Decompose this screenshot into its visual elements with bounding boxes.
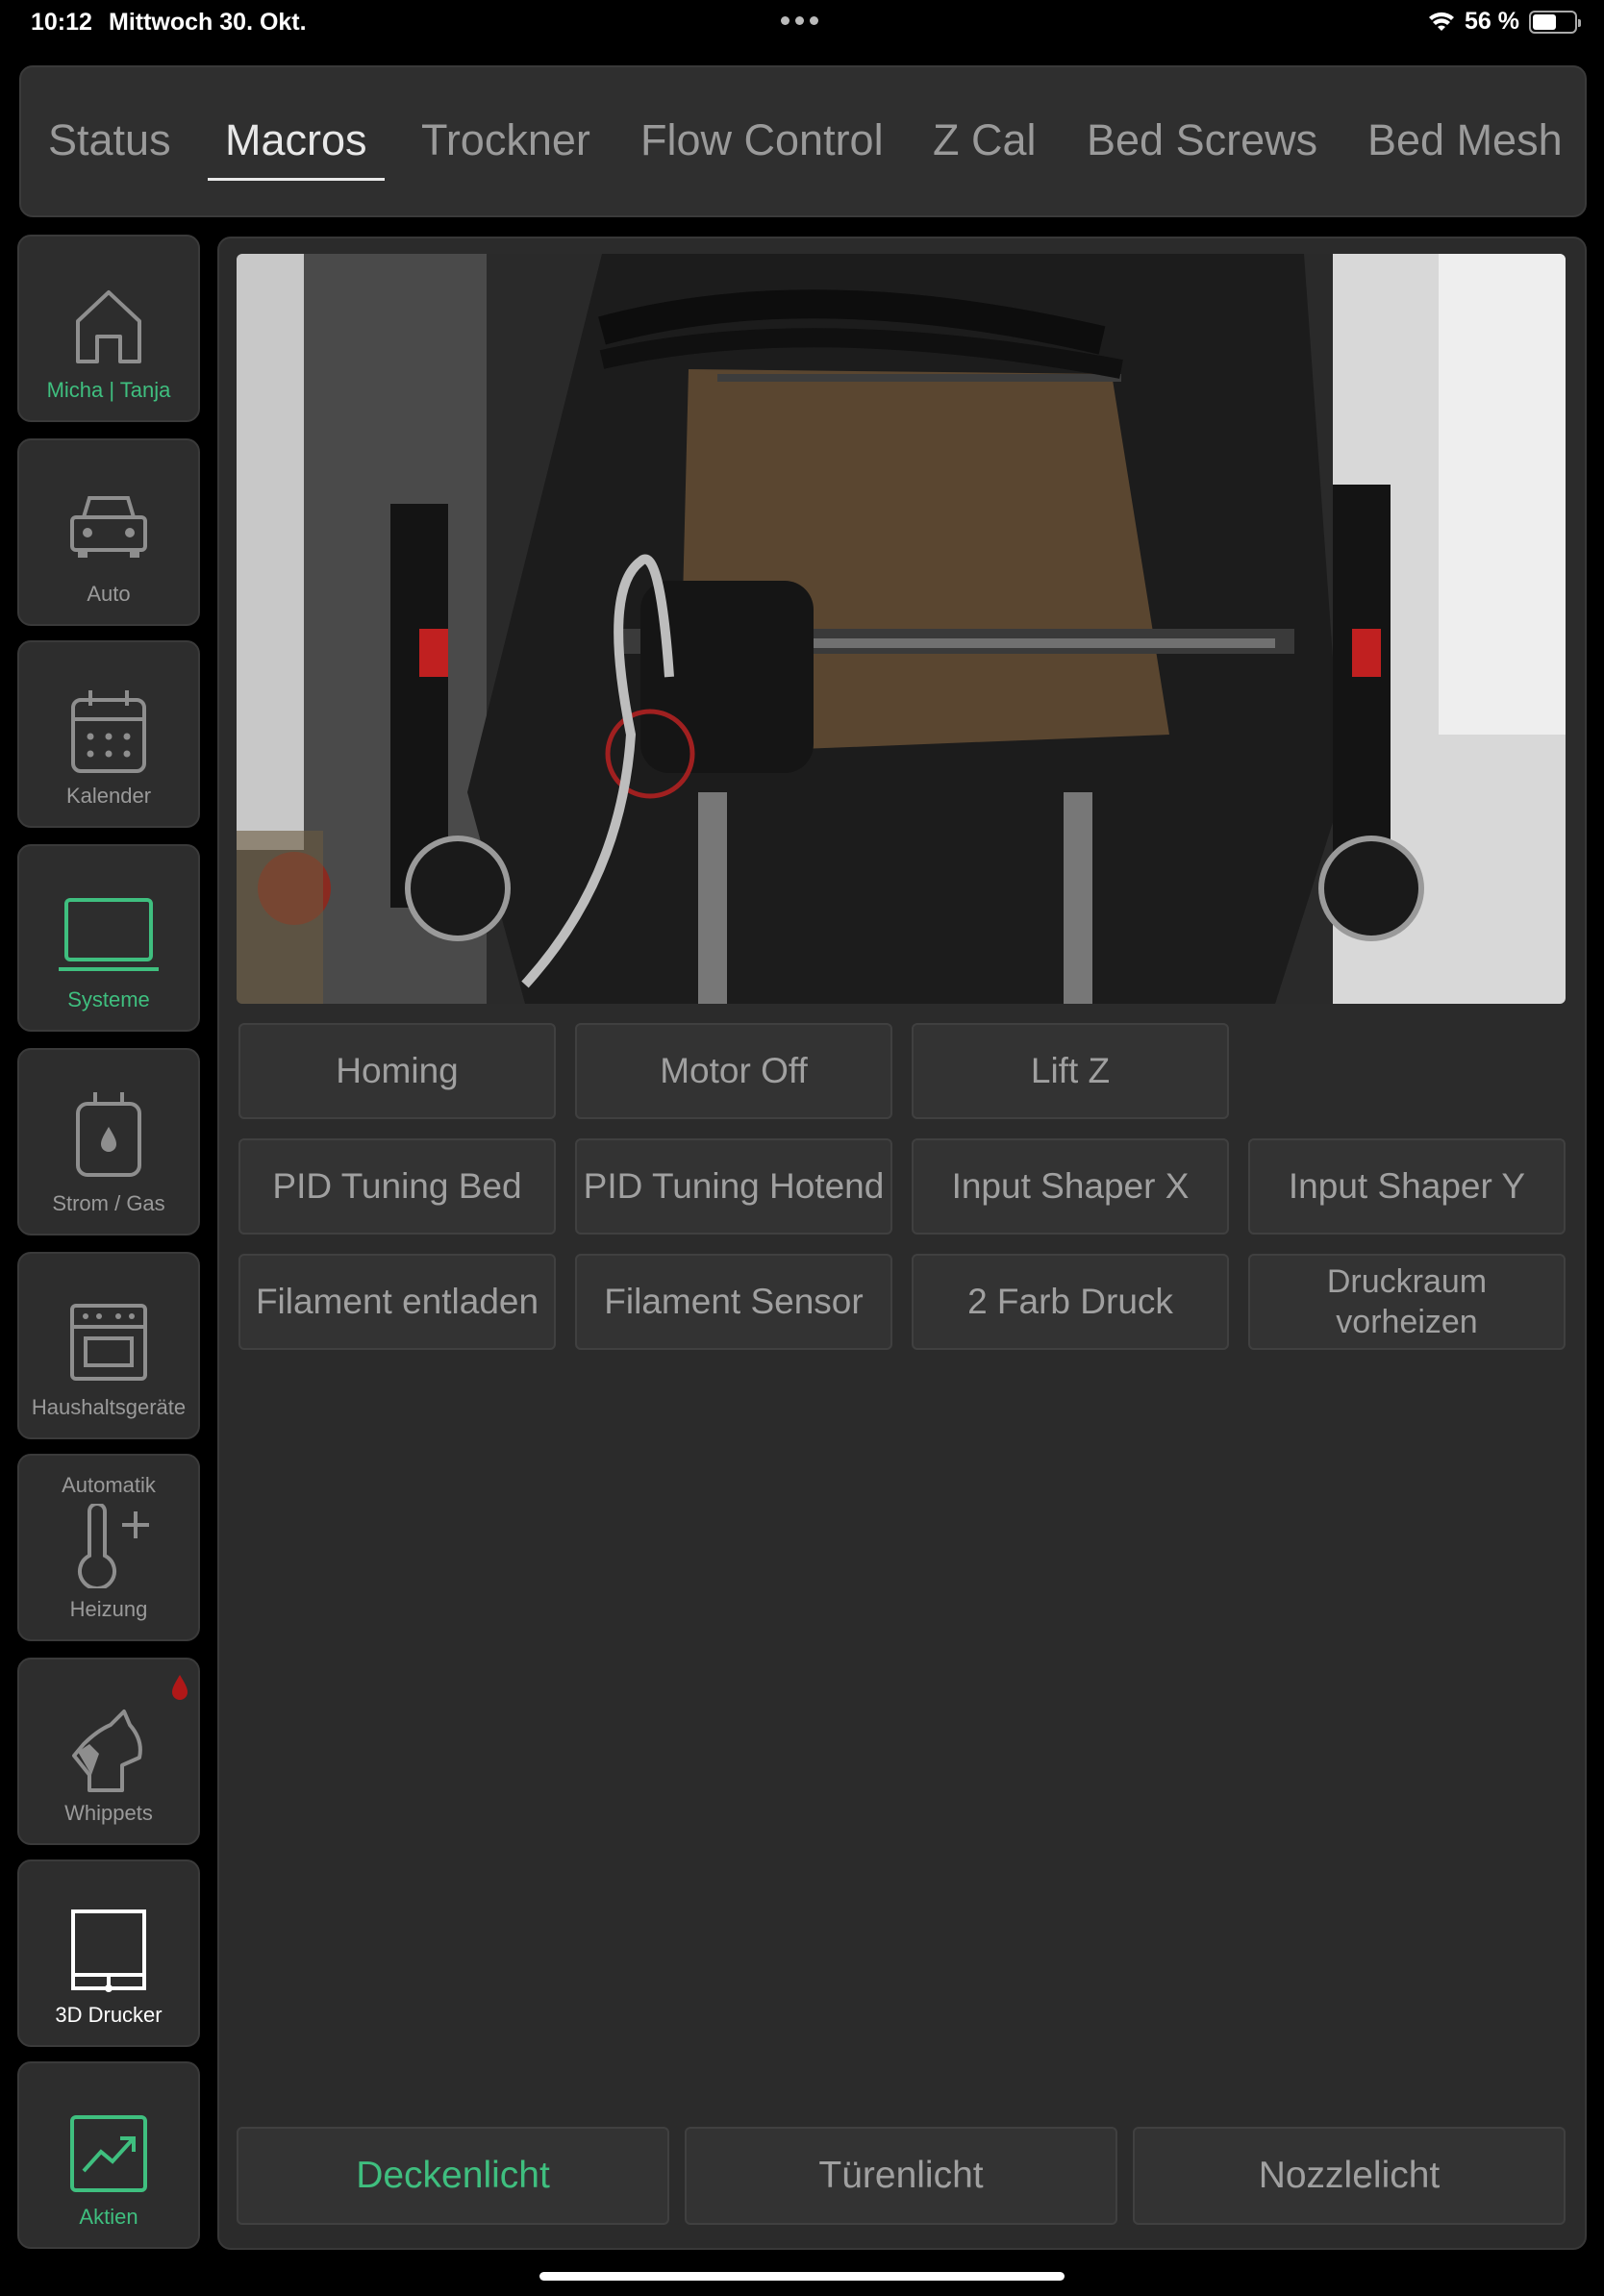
sidebar-item-strom-gas[interactable]: Strom / Gas [17, 1048, 200, 1235]
dog-icon [72, 1710, 142, 1792]
meter-icon [76, 1092, 141, 1177]
tab-macros[interactable]: Macros [208, 115, 385, 181]
sidebar-item-label: 3D Drucker [55, 2003, 163, 2027]
macro-2-farb-druck-button[interactable]: 2 Farb Druck [912, 1254, 1229, 1350]
sidebar-item-kalender[interactable]: Kalender [17, 640, 200, 828]
home-indicator[interactable] [539, 2272, 1065, 2281]
tab-bar: Status Macros Trockner Flow Control Z Ca… [19, 65, 1587, 217]
macro-homing-button[interactable]: Homing [238, 1023, 556, 1119]
sidebar-item-label: Whippets [64, 1801, 153, 1825]
tab-z-cal[interactable]: Z Cal [933, 115, 1037, 165]
multitasking-dots-icon[interactable] [781, 16, 818, 25]
wifi-icon [1429, 12, 1455, 31]
home-icon [76, 290, 141, 363]
nozzlelicht-button[interactable]: Nozzlelicht [1133, 2127, 1566, 2225]
macro-pid-tuning-bed-button[interactable]: PID Tuning Bed [238, 1138, 556, 1235]
sidebar-item-aktien[interactable]: Aktien [17, 2061, 200, 2249]
laptop-icon [59, 898, 159, 971]
sidebar-item-whippets[interactable]: Whippets [17, 1658, 200, 1845]
sidebar-item-heizung[interactable]: Automatik Heizung [17, 1454, 200, 1641]
macro-druckraum-vorheizen-button[interactable]: Druckraum vorheizen [1248, 1254, 1566, 1350]
macro-input-shaper-x-button[interactable]: Input Shaper X [912, 1138, 1229, 1235]
tab-flow-control[interactable]: Flow Control [640, 115, 884, 165]
printer-icon [71, 1909, 146, 1992]
tab-status[interactable]: Status [48, 115, 171, 165]
sidebar-item-label: Kalender [65, 784, 152, 808]
macro-filament-sensor-button[interactable]: Filament Sensor [575, 1254, 892, 1350]
deckenlicht-button[interactable]: Deckenlicht [237, 2127, 669, 2225]
macro-filament-entladen-button[interactable]: Filament entladen [238, 1254, 556, 1350]
sidebar-item-label: Strom / Gas [52, 1191, 165, 1215]
calendar-icon [71, 690, 146, 773]
tab-bed-screws[interactable]: Bed Screws [1087, 115, 1317, 165]
sidebar-item-label: Micha | Tanja [46, 378, 171, 402]
battery-percent: 56 % [1465, 8, 1519, 35]
clock: 10:12 [31, 9, 92, 36]
chart-up-icon [70, 2115, 147, 2192]
sidebar-item-toplabel: Automatik [62, 1473, 156, 1497]
macro-pid-tuning-hotend-button[interactable]: PID Tuning Hotend [575, 1138, 892, 1235]
appliance-icon [70, 1304, 147, 1381]
sidebar-item-label: Auto [87, 582, 131, 606]
printer-camera-image [237, 254, 1566, 1004]
sidebar-item-label: Aktien [79, 2205, 138, 2229]
sidebar-item-3d-drucker[interactable]: 3D Drucker [17, 1859, 200, 2047]
macro-motor-off-button[interactable]: Motor Off [575, 1023, 892, 1119]
tab-bed-mesh[interactable]: Bed Mesh [1367, 115, 1563, 165]
sidebar-item-auto[interactable]: Auto [17, 438, 200, 626]
thermometer-plus-icon [78, 1504, 149, 1588]
date: Mittwoch 30. Okt. [109, 9, 307, 36]
car-icon [70, 496, 147, 558]
macro-lift-z-button[interactable]: Lift Z [912, 1023, 1229, 1119]
sidebar-item-systeme[interactable]: Systeme [17, 844, 200, 1032]
notification-drop-icon [172, 1675, 188, 1700]
battery-icon [1529, 10, 1581, 34]
tab-trockner[interactable]: Trockner [421, 115, 590, 165]
sidebar-item-label: Haushaltsgeräte [31, 1395, 187, 1419]
status-bar: 10:12 Mittwoch 30. Okt. 56 % [0, 0, 1604, 44]
camera-stream[interactable] [237, 254, 1566, 1004]
sidebar-item-label: Systeme [67, 987, 150, 1011]
tuerenlicht-button[interactable]: Türenlicht [685, 2127, 1117, 2225]
sidebar-item-home[interactable]: Micha | Tanja [17, 235, 200, 422]
sidebar-item-label: Heizung [69, 1597, 148, 1621]
macro-input-shaper-y-button[interactable]: Input Shaper Y [1248, 1138, 1566, 1235]
sidebar-item-haushaltsgeraete[interactable]: Haushaltsgeräte [17, 1252, 200, 1439]
